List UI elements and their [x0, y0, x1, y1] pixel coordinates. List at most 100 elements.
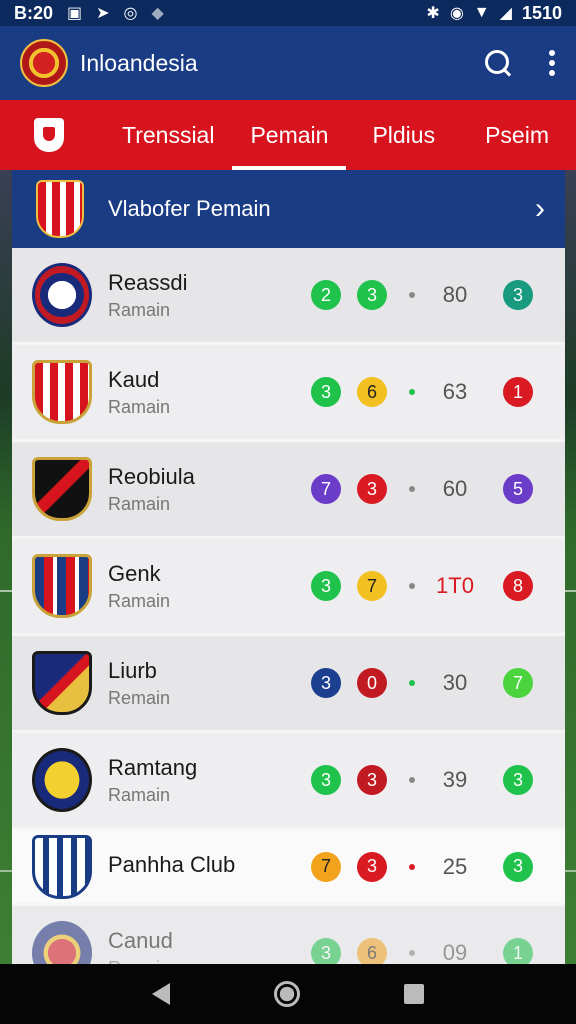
team-crest-icon — [32, 748, 92, 812]
stat-number: 39 — [442, 767, 468, 792]
stat-badge: 1 — [503, 938, 533, 964]
table-row[interactable]: Reobiula Ramain 7 3 60 5 — [12, 442, 565, 539]
tab-pldius[interactable]: Pldius — [354, 100, 453, 170]
status-dot — [409, 950, 415, 956]
status-dot — [409, 863, 415, 870]
table-row[interactable]: Liurb Remain 3 0 30 7 — [12, 636, 565, 733]
stat-number: 1T0 — [436, 573, 474, 598]
stat-badge: 7 — [311, 851, 341, 882]
team-crest-icon — [32, 651, 92, 715]
team-name: Kaud — [108, 366, 160, 392]
stat-badge: 7 — [503, 668, 533, 698]
stat-badge: 3 — [311, 377, 341, 407]
home-icon[interactable] — [274, 981, 300, 1007]
list-header[interactable]: Vlabofer Pemain › — [12, 170, 565, 248]
stat-badge: 3 — [311, 938, 341, 964]
stat-number: 60 — [442, 476, 468, 501]
stat-badge: 3 — [311, 765, 341, 795]
stat-badge: 3 — [357, 474, 387, 504]
header-crest-icon — [36, 180, 84, 238]
stat-badge: 2 — [311, 280, 341, 310]
bluetooth-icon: ✱ — [426, 5, 440, 22]
list-header-title: Vlabofer Pemain — [108, 196, 271, 221]
team-crest-icon — [32, 360, 92, 424]
team-name: Ramtang — [108, 754, 198, 780]
status-dot — [409, 486, 415, 492]
team-subtitle: Remain — [108, 687, 171, 708]
table-row[interactable]: Genk Ramain 3 7 1T0 8 — [12, 539, 565, 636]
status-bar: B:20 ▣ ➤ ◎ ◆ ✱ ◉ ▼ ◢ 1510 — [0, 0, 576, 26]
table-row[interactable]: Kaud Ramain 3 6 63 1 — [12, 345, 565, 442]
signal-icon: ◢ — [499, 5, 512, 22]
team-name: Panhha Club — [108, 851, 236, 877]
stat-badge: 6 — [357, 938, 387, 964]
system-nav-bar — [0, 964, 576, 1024]
stat-number: 63 — [442, 379, 468, 404]
table-row[interactable]: Canud Remain 3 6 09 1 — [12, 906, 565, 964]
team-crest-icon — [32, 834, 92, 899]
stat-number: 80 — [442, 282, 468, 307]
back-icon[interactable] — [152, 983, 170, 1005]
stat-badge: 3 — [311, 668, 341, 698]
team-list: Reassdi Ramain 2 3 80 3 Kaud Ramain 3 6 … — [12, 248, 565, 964]
stat-badge: 3 — [503, 765, 533, 795]
stat-badge: 7 — [311, 474, 341, 504]
team-subtitle: Ramain — [108, 396, 171, 417]
stat-badge: 3 — [503, 280, 533, 310]
image-icon: ▣ — [67, 5, 83, 22]
team-name: Liurb — [108, 657, 157, 683]
stat-number: 25 — [442, 853, 468, 879]
table-row[interactable]: Reassdi Ramain 2 3 80 3 — [12, 248, 565, 345]
stat-number: 09 — [442, 940, 468, 964]
stat-badge: 3 — [357, 851, 387, 882]
alarm-icon: ◉ — [449, 5, 464, 22]
status-dot — [409, 583, 415, 589]
app-title: Inloandesia — [80, 49, 198, 76]
tab-bar: Trenssial Pemain Pldius Pseim — [0, 100, 576, 170]
team-subtitle: Ramain — [108, 784, 171, 805]
stat-badge: 7 — [357, 571, 387, 601]
team-name: Canud — [108, 927, 173, 953]
stat-badge: 3 — [357, 765, 387, 795]
stat-badge: 3 — [311, 571, 341, 601]
wifi-icon: ▼ — [473, 4, 490, 21]
stat-badge: 3 — [357, 280, 387, 310]
team-crest-icon — [32, 554, 92, 618]
team-subtitle: Ramain — [108, 590, 171, 611]
send-icon: ➤ — [96, 5, 110, 22]
team-name: Reassdi — [108, 269, 188, 295]
bird-icon: ◆ — [151, 5, 164, 22]
status-dot — [409, 777, 415, 783]
team-subtitle: Ramain — [108, 299, 171, 320]
shield-icon[interactable] — [34, 118, 64, 152]
search-icon[interactable] — [484, 49, 512, 77]
team-subtitle: Ramain — [108, 493, 171, 514]
whatsapp-icon: ◎ — [123, 5, 138, 22]
stat-badge: 0 — [357, 668, 387, 698]
stat-badge: 8 — [503, 571, 533, 601]
team-crest-icon — [32, 921, 92, 964]
tab-pemain[interactable]: Pemain — [232, 100, 347, 170]
status-time: B:20 — [14, 2, 54, 23]
status-dot — [409, 389, 415, 395]
tab-trenssial[interactable]: Trenssial — [104, 100, 232, 170]
table-row[interactable]: Ramtang Ramain 3 3 39 3 — [12, 733, 565, 830]
status-dot — [409, 292, 415, 298]
stat-badge: 6 — [357, 377, 387, 407]
player-list-card: Vlabofer Pemain › Reassdi Ramain 2 3 80 … — [12, 170, 565, 964]
stat-badge: 5 — [503, 474, 533, 504]
status-dot — [409, 680, 415, 686]
team-crest-icon — [32, 457, 92, 521]
more-vert-icon[interactable] — [548, 50, 556, 76]
chevron-right-icon[interactable]: › — [535, 192, 545, 226]
status-right-text: 1510 — [521, 2, 562, 23]
stat-number: 30 — [442, 670, 468, 695]
stat-badge: 1 — [503, 377, 533, 407]
table-row[interactable]: Panhha Club 7 3 25 3 — [12, 830, 565, 906]
stat-badge: 3 — [503, 851, 533, 882]
app-bar: Inloandesia — [0, 26, 576, 100]
tab-pseim[interactable]: Pseim — [467, 100, 567, 170]
club-logo — [20, 39, 68, 87]
recents-icon[interactable] — [404, 984, 424, 1004]
team-name: Reobiula — [108, 463, 195, 489]
